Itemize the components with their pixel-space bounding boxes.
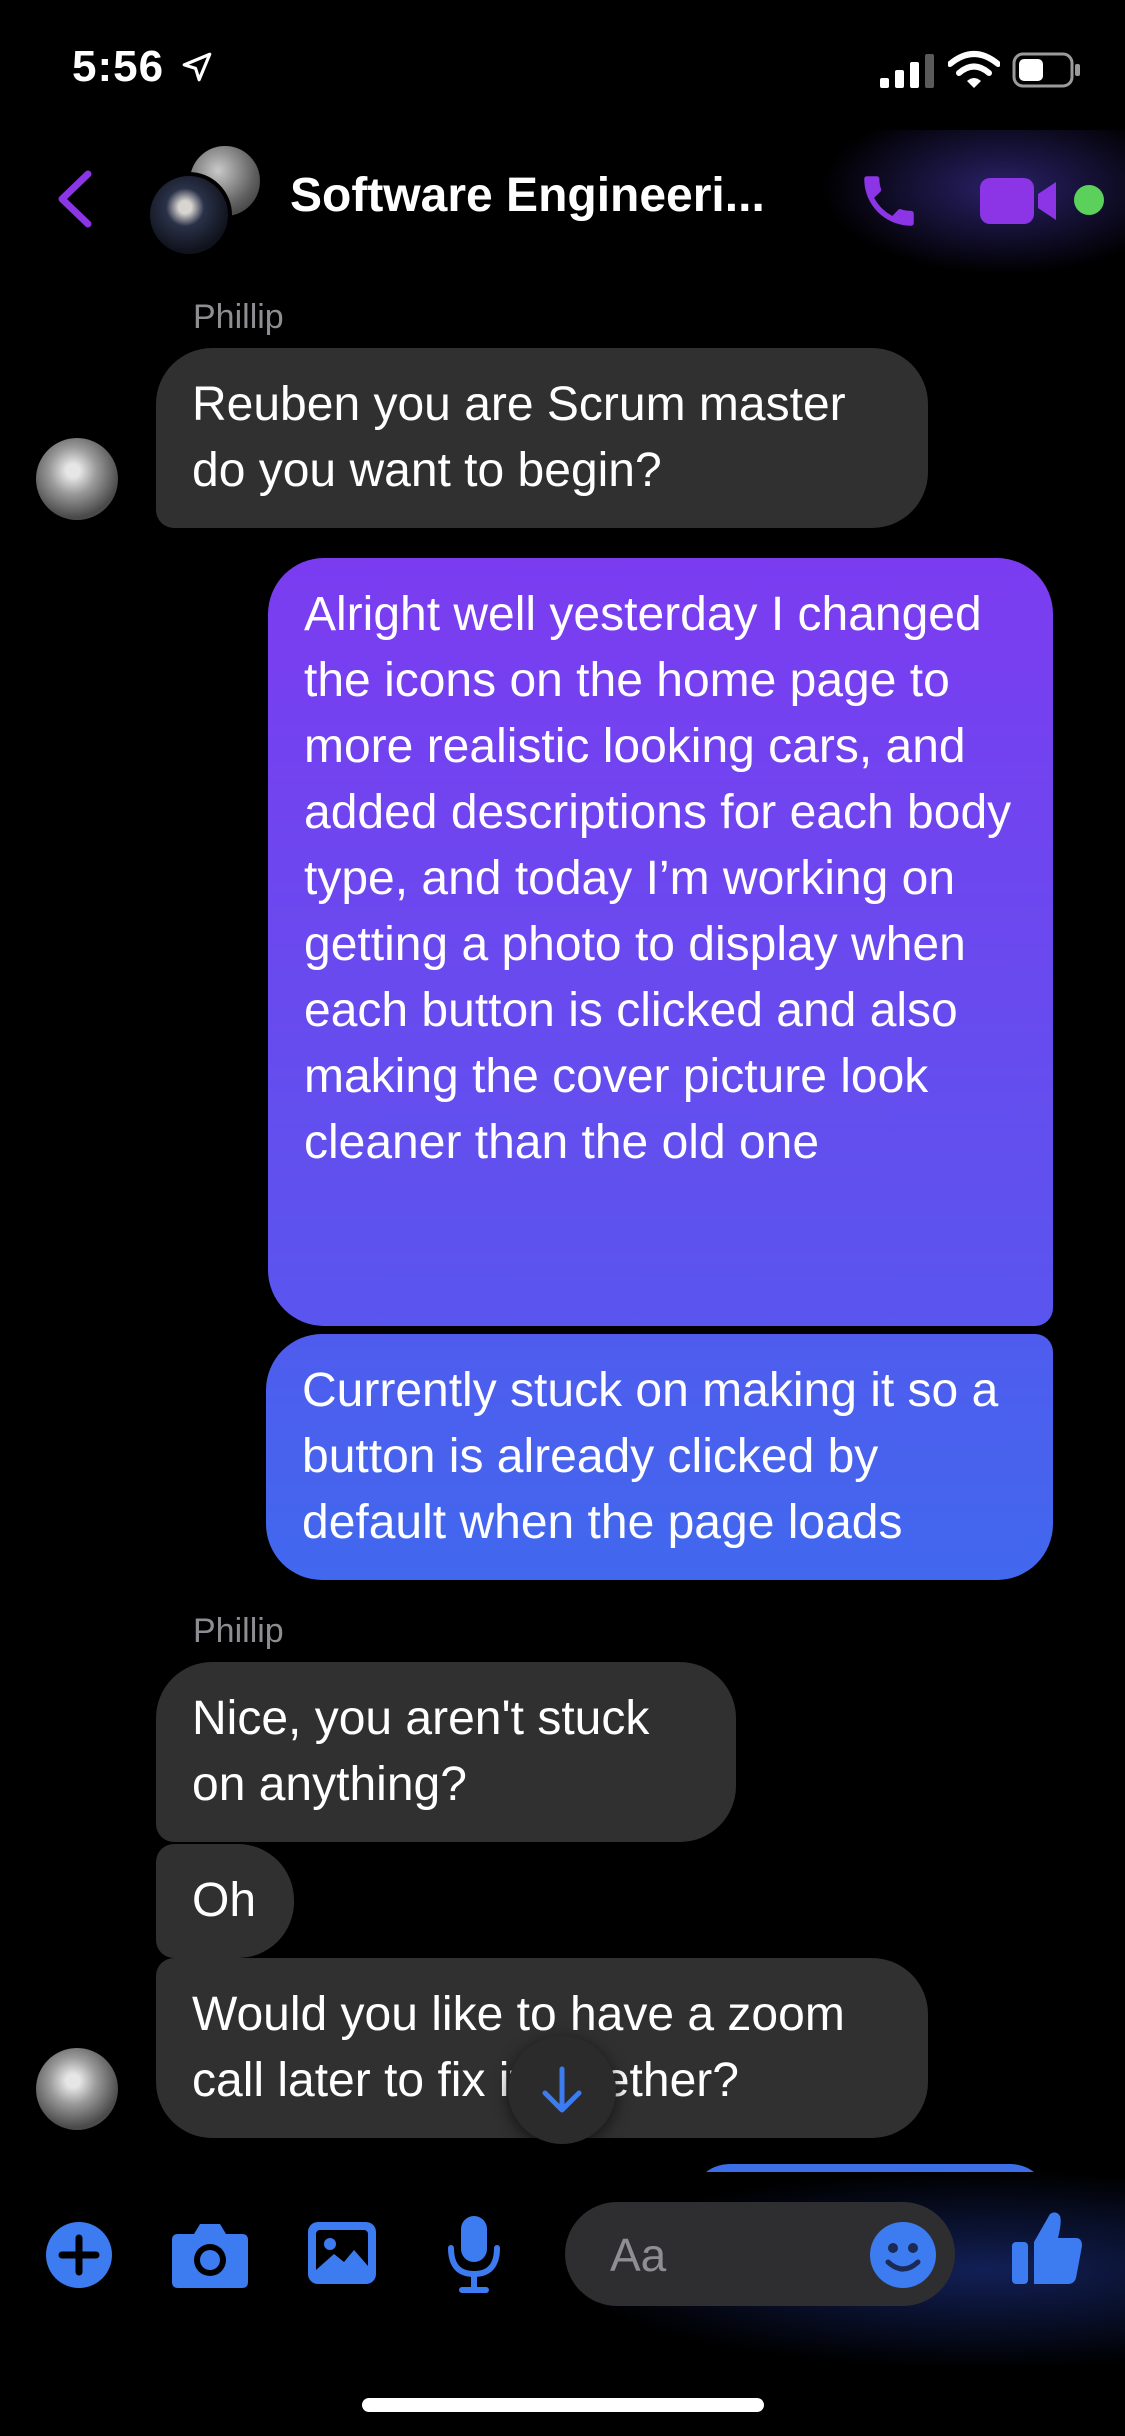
wifi-icon [948, 51, 1000, 88]
message-bubble-incoming[interactable]: Oh [156, 1844, 294, 1958]
gallery-icon[interactable] [306, 2220, 378, 2286]
home-indicator [362, 2398, 764, 2412]
sender-avatar[interactable] [36, 2048, 118, 2130]
camera-icon[interactable] [170, 2216, 250, 2290]
sender-name: Phillip [193, 298, 284, 336]
sender-avatar[interactable] [36, 438, 118, 520]
conversation-title[interactable]: Software Engineeri... [290, 168, 765, 223]
battery-icon [1012, 52, 1080, 88]
online-indicator [1074, 185, 1104, 215]
group-avatar[interactable] [146, 142, 266, 258]
signal-icon [880, 54, 934, 88]
thumbs-up-icon[interactable] [1010, 2208, 1084, 2288]
scroll-to-bottom-button[interactable] [508, 2036, 616, 2144]
microphone-icon[interactable] [446, 2214, 502, 2294]
message-bubble-outgoing[interactable]: Alright well yesterday I changed the ico… [268, 558, 1053, 1326]
sender-name: Phillip [193, 1612, 284, 1650]
message-bubble-incoming[interactable]: Reuben you are Scrum master do you want … [156, 348, 928, 528]
plus-icon[interactable] [44, 2220, 114, 2290]
status-bar: 5:56 [0, 0, 1125, 140]
message-input-placeholder: Aa [610, 2229, 667, 2281]
message-bubble-outgoing[interactable]: Currently stuck on making it so a button… [266, 1334, 1053, 1580]
arrow-down-icon [542, 2066, 582, 2113]
phone-icon[interactable] [856, 168, 922, 234]
group-avatar-front [146, 172, 232, 258]
status-time: 5:56 [72, 42, 165, 91]
message-bubble-incoming[interactable]: Nice, you aren't stuck on anything? [156, 1662, 736, 1842]
location-arrow-icon [182, 52, 212, 82]
back-icon[interactable] [54, 168, 96, 230]
emoji-icon[interactable] [868, 2220, 938, 2290]
video-icon[interactable] [980, 176, 1060, 226]
